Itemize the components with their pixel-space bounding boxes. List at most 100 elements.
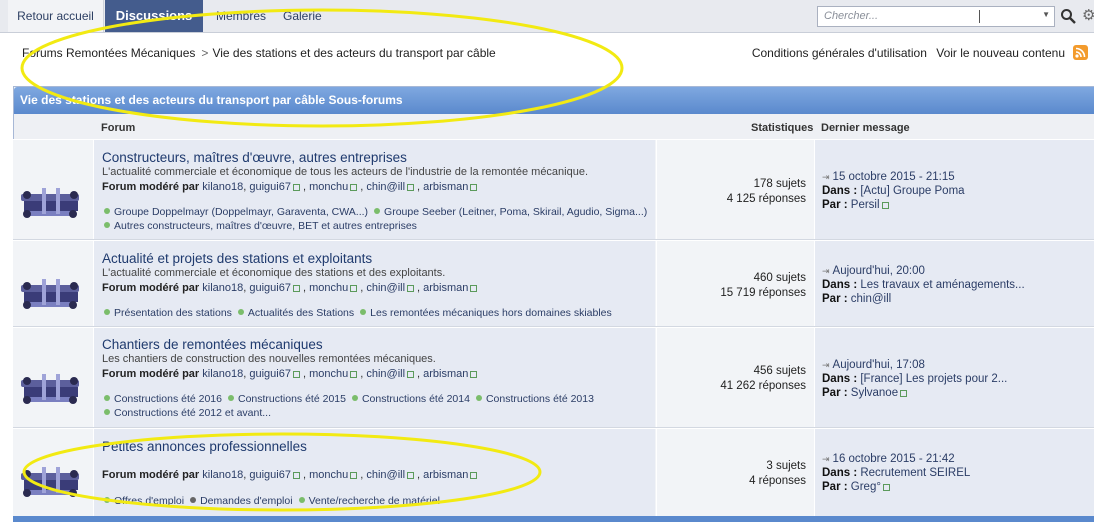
author-link[interactable]: Greg° (851, 481, 881, 493)
last-message-author: Par : Persil (822, 199, 892, 211)
external-link-icon[interactable] (900, 390, 908, 397)
subforum-link[interactable]: Autres constructeurs, maîtres d'œuvre, B… (114, 220, 417, 232)
subforum-link[interactable]: Vente/recherche de matériel (309, 495, 440, 507)
moderator-link[interactable]: monchu (309, 469, 348, 481)
goto-last-post-icon[interactable]: ⇥ (822, 266, 830, 276)
external-link-icon[interactable] (350, 184, 358, 191)
top-navigation: Retour accueil Discussions Membres Galer… (0, 0, 1094, 33)
subforum-link[interactable]: Actualités des Stations (248, 307, 354, 319)
moderator-link[interactable]: kilano18 (202, 368, 243, 380)
subforum-status-dot-icon (190, 497, 197, 503)
subforum-status-dot-icon (237, 309, 244, 315)
terms-link[interactable]: Conditions générales d'utilisation (752, 46, 927, 60)
category-title[interactable]: Vie des stations et des acteurs du trans… (14, 87, 1094, 114)
subforum-link[interactable]: Les remontées mécaniques hors domaines s… (370, 307, 612, 319)
nav-back-home[interactable]: Retour accueil (8, 0, 104, 32)
external-link-icon[interactable] (292, 371, 300, 378)
subforum-list: Constructions été 2016 Constructions été … (104, 392, 600, 420)
gear-icon[interactable]: ⚙ (1082, 8, 1094, 24)
author-link[interactable]: Persil (851, 199, 880, 211)
external-link-icon[interactable] (350, 371, 358, 378)
last-message-topic: Dans : Les travaux et aménagements... (822, 279, 1025, 291)
external-link-icon[interactable] (470, 472, 478, 479)
moderator-link[interactable]: arbisman (423, 469, 468, 481)
subforum-link[interactable]: Groupe Doppelmayr (Doppelmayr, Garaventa… (114, 206, 368, 218)
rss-feed-icon[interactable] (1073, 45, 1088, 60)
subforum-link[interactable]: Constructions été 2015 (238, 393, 346, 405)
external-link-icon[interactable] (881, 202, 889, 209)
moderator-link[interactable]: arbisman (423, 181, 468, 193)
last-topic-link[interactable]: [Actu] Groupe Poma (860, 185, 964, 197)
subforum-link[interactable]: Constructions été 2012 et avant... (114, 407, 271, 419)
goto-last-post-icon[interactable]: ⇥ (822, 454, 830, 464)
external-link-icon[interactable] (407, 371, 415, 378)
external-link-icon[interactable] (407, 285, 415, 292)
external-link-icon[interactable] (292, 184, 300, 191)
last-message-date: ⇥ Aujourd'hui, 17:08 (822, 359, 925, 371)
author-link[interactable]: Sylvanoe (851, 387, 898, 399)
external-link-icon[interactable] (470, 371, 478, 378)
subforum-link[interactable]: Offres d'emploi (114, 495, 184, 507)
moderator-link[interactable]: chin@ill (366, 282, 405, 294)
moderator-link[interactable]: guigui67 (249, 282, 291, 294)
subforum-link[interactable]: Présentation des stations (114, 307, 232, 319)
nav-tab-discussions[interactable]: Discussions (105, 0, 203, 32)
moderator-link[interactable]: kilano18 (202, 469, 243, 481)
last-message-author: Par : Sylvanoe (822, 387, 910, 399)
moderator-link[interactable]: arbisman (423, 282, 468, 294)
moderator-link[interactable]: chin@ill (366, 368, 405, 380)
subforum-status-dot-icon (104, 208, 110, 214)
subforum-status-dot-icon (360, 309, 367, 315)
last-topic-link[interactable]: Les travaux et aménagements... (860, 279, 1024, 291)
last-topic-link[interactable]: [France] Les projets pour 2... (860, 373, 1007, 385)
forum-title[interactable]: Petites annonces professionnelles (102, 439, 307, 454)
breadcrumb-root[interactable]: Forums Remontées Mécaniques (22, 46, 195, 60)
search-icon[interactable] (1060, 8, 1076, 24)
moderator-link[interactable]: monchu (309, 282, 348, 294)
external-link-icon[interactable] (470, 184, 478, 191)
moderator-link[interactable]: monchu (309, 181, 348, 193)
moderator-link[interactable]: monchu (309, 368, 348, 380)
subforum-link[interactable]: Constructions été 2016 (114, 393, 222, 405)
last-message-date: ⇥ 15 octobre 2015 - 21:15 (822, 171, 955, 183)
moderator-link[interactable]: guigui67 (249, 181, 291, 193)
moderator-link[interactable]: guigui67 (249, 368, 291, 380)
external-link-icon[interactable] (292, 472, 300, 479)
forum-moderators: Forum modéré par kilano18, guigui67, mon… (102, 181, 480, 193)
external-link-icon[interactable] (407, 472, 415, 479)
moderator-link[interactable]: kilano18 (202, 181, 243, 193)
moderator-link[interactable]: kilano18 (202, 282, 243, 294)
goto-last-post-icon[interactable]: ⇥ (822, 172, 830, 182)
forum-moderators: Forum modéré par kilano18, guigui67, mon… (102, 368, 480, 380)
moderator-link[interactable]: guigui67 (249, 469, 291, 481)
subforum-link[interactable]: Groupe Seeber (Leitner, Poma, Skirail, A… (384, 206, 647, 218)
forum-title[interactable]: Chantiers de remontées mécaniques (102, 337, 323, 352)
subforum-link[interactable]: Constructions été 2014 (362, 393, 470, 405)
external-link-icon[interactable] (350, 472, 358, 479)
goto-last-post-icon[interactable]: ⇥ (822, 360, 830, 370)
external-link-icon[interactable] (292, 285, 300, 292)
last-topic-link[interactable]: Recrutement SEIREL (860, 467, 970, 479)
new-content-link[interactable]: Voir le nouveau contenu (936, 46, 1065, 60)
forum-title[interactable]: Actualité et projets des stations et exp… (102, 251, 372, 266)
moderator-link[interactable]: chin@ill (366, 181, 405, 193)
author-link[interactable]: chin@ill (851, 293, 891, 305)
external-link-icon[interactable] (407, 184, 415, 191)
subforum-list: Présentation des stations Actualités des … (104, 306, 618, 320)
moderator-link[interactable]: chin@ill (366, 469, 405, 481)
breadcrumb-current[interactable]: Vie des stations et des acteurs du trans… (212, 46, 495, 60)
subforum-link[interactable]: Constructions été 2013 (486, 393, 594, 405)
nav-tab-gallery[interactable]: Galerie (283, 0, 322, 32)
external-link-icon[interactable] (350, 285, 358, 292)
last-message-author: Par : Greg° (822, 481, 893, 493)
forum-title[interactable]: Constructeurs, maîtres d'œuvre, autres e… (102, 150, 407, 165)
moderator-link[interactable]: arbisman (423, 368, 468, 380)
search-scope-dropdown-icon[interactable]: ▼ (1042, 10, 1050, 19)
external-link-icon[interactable] (882, 484, 890, 491)
forum-row: Chantiers de remontées mécaniques Les ch… (13, 327, 1094, 428)
search-input[interactable]: Chercher... ▼ (817, 6, 1055, 27)
subforum-link[interactable]: Demandes d'emploi (200, 495, 292, 507)
external-link-icon[interactable] (470, 285, 478, 292)
nav-tab-members[interactable]: Membres (216, 0, 266, 32)
subforum-status-dot-icon (104, 497, 110, 503)
